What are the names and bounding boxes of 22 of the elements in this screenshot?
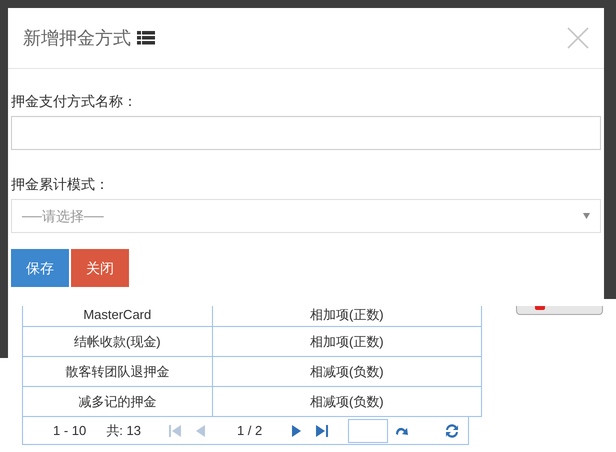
page-range: 1 - 10: [53, 422, 86, 440]
last-page-icon[interactable]: [314, 422, 330, 438]
list-icon: [137, 30, 155, 46]
save-button[interactable]: 保存: [11, 249, 69, 287]
table-cell: 结帐收款(现金): [23, 327, 213, 356]
select-field[interactable]: ──请选择──: [11, 199, 601, 233]
total-count: 共: 13: [106, 422, 141, 440]
table-cell: 相加项(正数): [212, 327, 482, 356]
close-button[interactable]: 关闭: [71, 249, 129, 287]
page-indicator: 1 / 2: [236, 422, 262, 440]
field-label: 押金累计模式：: [11, 175, 110, 194]
table-cell: 减多记的押金: [23, 387, 213, 416]
close-icon[interactable]: [567, 27, 589, 49]
refresh-icon[interactable]: [444, 422, 460, 438]
page-input[interactable]: [348, 418, 388, 442]
field-label: 押金支付方式名称：: [11, 92, 138, 111]
table-cell: 相减项(负数): [212, 357, 482, 386]
table-cell: 散客转团队退押金: [23, 357, 213, 386]
table-cell: 相减项(负数): [212, 387, 482, 416]
input-field[interactable]: [11, 116, 601, 150]
dialog-title: 新增押金方式: [23, 26, 131, 50]
dropdown-arrow-icon: [583, 213, 590, 219]
